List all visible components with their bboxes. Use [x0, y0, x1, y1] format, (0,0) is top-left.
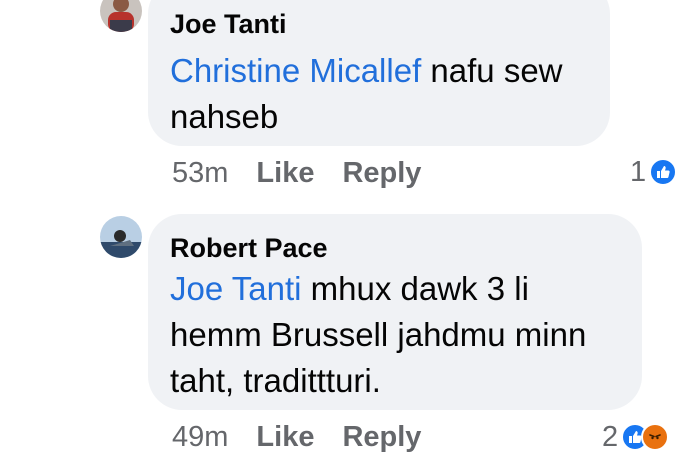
comment-author[interactable]: Robert Pace — [170, 232, 642, 264]
like-button[interactable]: Like — [256, 420, 314, 454]
comment-actions: 49m Like Reply — [172, 420, 449, 454]
angry-icon — [641, 423, 670, 451]
comment-text: Christine Micallef nafu sew nahseb — [170, 48, 610, 140]
reaction-count: 1 — [630, 156, 647, 188]
reaction-summary[interactable]: 2 — [602, 420, 670, 454]
reaction-count: 2 — [602, 421, 619, 453]
comment-text-line: nahseb — [170, 98, 279, 135]
reply-button[interactable]: Reply — [342, 156, 421, 190]
comment-author[interactable]: Joe Tanti — [170, 8, 610, 40]
comment-text-line: taht, tradittturi. — [170, 362, 381, 399]
comment-timestamp[interactable]: 53m — [172, 156, 228, 190]
comment-text: Joe Tanti mhux dawk 3 li hemm Brussell j… — [170, 266, 642, 404]
mention-link[interactable]: Joe Tanti — [170, 270, 301, 307]
comment-timestamp[interactable]: 49m — [172, 420, 228, 454]
reaction-summary[interactable]: 1 — [630, 155, 678, 189]
comment-text-line: nafu sew — [421, 52, 563, 89]
avatar-photo-icon — [100, 0, 142, 32]
avatar-photo-icon — [100, 216, 142, 258]
avatar[interactable] — [100, 0, 142, 32]
avatar[interactable] — [100, 216, 142, 258]
like-icon — [649, 158, 678, 186]
reply-button[interactable]: Reply — [342, 420, 421, 454]
comment-actions: 53m Like Reply — [172, 156, 449, 190]
comment-text-line: hemm Brussell jahdmu minn — [170, 316, 587, 353]
mention-link[interactable]: Christine Micallef — [170, 52, 421, 89]
comment-bubble: Robert Pace Joe Tanti mhux dawk 3 li hem… — [148, 214, 642, 410]
comment-bubble: Joe Tanti Christine Micallef nafu sew na… — [148, 0, 610, 146]
like-button[interactable]: Like — [256, 156, 314, 190]
comment-text-line: mhux dawk 3 li — [301, 270, 529, 307]
